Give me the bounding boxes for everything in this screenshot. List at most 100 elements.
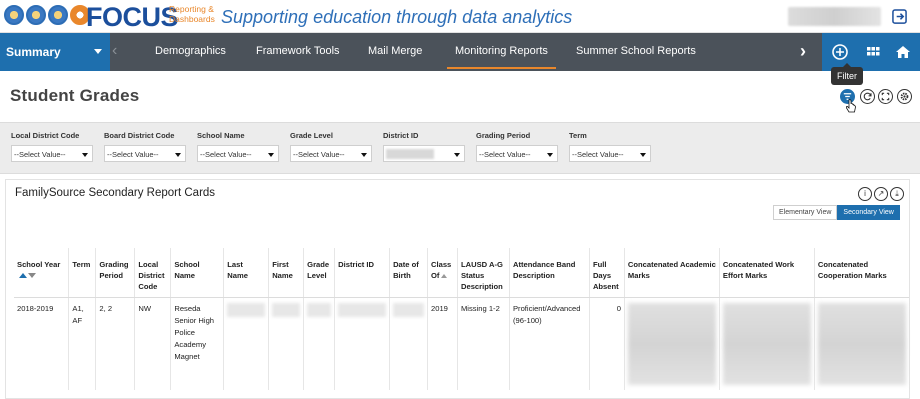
dropdown-arrow-icon	[454, 153, 460, 157]
sort-icon	[441, 274, 448, 278]
local-district-code-select[interactable]: --Select Value--	[11, 145, 93, 162]
filter-label: Grade Level	[290, 131, 333, 140]
column-header[interactable]: Grade Level	[303, 248, 336, 298]
column-header[interactable]: Local District Code	[134, 248, 172, 298]
cell-last-name	[223, 297, 270, 390]
column-header[interactable]: Term	[68, 248, 97, 298]
nav-item-mail-merge[interactable]: Mail Merge	[368, 45, 422, 57]
column-header[interactable]: School Name	[170, 248, 225, 298]
table-header-row: School Year Term Grading Period Local Di…	[14, 248, 909, 298]
page-title: Student Grades	[10, 86, 140, 105]
school-name-select[interactable]: --Select Value--	[197, 145, 279, 162]
column-header[interactable]: School Year	[14, 248, 70, 298]
dropdown-arrow-icon	[640, 153, 646, 157]
home-icon[interactable]	[894, 43, 912, 61]
cell-academic-marks	[624, 297, 720, 390]
column-header[interactable]: Attendance Band Description	[509, 248, 590, 298]
dropdown-arrow-icon	[547, 153, 553, 157]
nav-item-framework-tools[interactable]: Framework Tools	[256, 45, 340, 57]
column-header[interactable]: Full Days Absent	[589, 248, 625, 298]
board-seal-icon	[26, 5, 46, 25]
district-id-select[interactable]	[383, 145, 465, 162]
brand-subtitle: Reporting & Dashboards	[169, 4, 215, 24]
district-seal-icon	[4, 5, 24, 25]
report-title: FamilySource Secondary Report Cards	[15, 187, 216, 199]
cell-attendance-band: Proficient/Advanced (96-100)	[509, 297, 590, 390]
filter-label: District ID	[383, 131, 419, 140]
redacted-value	[307, 303, 332, 317]
nav-item-summer-school-reports[interactable]: Summer School Reports	[576, 45, 696, 57]
cell-class-of: 2019	[427, 297, 458, 390]
download-icon[interactable]: ⤓	[890, 187, 904, 201]
view-toggle: Elementary View Secondary View	[773, 205, 900, 220]
column-header[interactable]: First Name	[268, 248, 305, 298]
tagline: Supporting education through data analyt…	[221, 7, 573, 27]
settings-button[interactable]	[897, 89, 912, 104]
dropdown-arrow-icon	[268, 153, 274, 157]
refresh-icon	[863, 92, 872, 101]
info-icon[interactable]: i	[858, 187, 872, 201]
filter-label: Local District Code	[11, 131, 80, 140]
elementary-view-button[interactable]: Elementary View	[773, 205, 838, 220]
filter-board-district-code: Board District Code --Select Value--	[104, 131, 186, 162]
column-header[interactable]: Concatenated Cooperation Marks	[814, 248, 909, 298]
column-header[interactable]: Class Of	[427, 248, 458, 298]
brand-name: FOCUS	[86, 2, 179, 32]
filter-district-id: District ID	[383, 131, 465, 162]
cell-school-name: Reseda Senior High Police Academy Magnet	[170, 297, 225, 390]
settings-icon	[900, 92, 909, 101]
column-header[interactable]: LAUSD A-G Status Description	[457, 248, 510, 298]
user-name-redacted	[788, 7, 881, 26]
open-external-icon[interactable]: ↗	[874, 187, 888, 201]
filter-bar: Local District Code --Select Value-- Boa…	[0, 122, 920, 174]
nav-item-monitoring-reports[interactable]: Monitoring Reports	[447, 45, 556, 69]
hand-cursor-icon	[845, 99, 856, 113]
filter-school-name: School Name --Select Value--	[197, 131, 279, 162]
cell-local-district-code: NW	[134, 297, 172, 390]
secondary-view-button[interactable]: Secondary View	[837, 205, 900, 220]
refresh-button[interactable]	[860, 89, 875, 104]
column-header[interactable]: Concatenated Work Effort Marks	[719, 248, 815, 298]
logo-group	[4, 5, 90, 25]
column-header[interactable]: Grading Period	[95, 248, 136, 298]
filter-label: Grading Period	[476, 131, 531, 140]
cell-date-of-birth	[389, 297, 428, 390]
column-header[interactable]: Last Name	[223, 248, 270, 298]
filter-label: School Name	[197, 131, 245, 140]
main-nav: Summary ‹ Demographics Framework Tools M…	[0, 33, 920, 71]
redacted-marks	[627, 303, 716, 385]
filter-grade-level: Grade Level --Select Value--	[290, 131, 372, 162]
report-table: School Year Term Grading Period Local Di…	[14, 248, 909, 390]
grading-period-select[interactable]: --Select Value--	[476, 145, 558, 162]
cell-district-id	[334, 297, 391, 390]
term-select[interactable]: --Select Value--	[569, 145, 651, 162]
logout-icon[interactable]	[892, 9, 907, 24]
column-header[interactable]: District ID	[334, 248, 391, 298]
summary-dropdown[interactable]: Summary	[0, 33, 110, 71]
chevron-left-icon[interactable]: ‹	[112, 42, 117, 60]
board-district-code-select[interactable]: --Select Value--	[104, 145, 186, 162]
expand-button[interactable]	[878, 89, 893, 104]
column-header[interactable]: Date of Birth	[389, 248, 428, 298]
report-panel: FamilySource Secondary Report Cards i ↗ …	[5, 179, 910, 399]
column-label: School Year	[17, 260, 61, 269]
grade-level-select[interactable]: --Select Value--	[290, 145, 372, 162]
dropdown-arrow-icon	[175, 153, 181, 157]
cell-grade-level	[303, 297, 336, 390]
table-row[interactable]: 2018-2019 A1, AF 2, 2 NW Reseda Senior H…	[14, 297, 909, 390]
select-value: --Select Value--	[107, 150, 159, 159]
filter-local-district-code: Local District Code --Select Value--	[11, 131, 93, 162]
column-header[interactable]: Concatenated Academic Marks	[624, 248, 720, 298]
chevron-right-icon[interactable]: ›	[800, 41, 806, 62]
redacted-value	[393, 303, 424, 317]
select-value: --Select Value--	[200, 150, 252, 159]
nav-item-demographics[interactable]: Demographics	[155, 45, 226, 57]
filter-tooltip: Filter	[831, 63, 863, 85]
sort-ascending-icon	[19, 273, 27, 278]
add-circle-icon[interactable]	[831, 43, 849, 61]
grid-icon[interactable]	[864, 43, 882, 61]
filter-grading-period: Grading Period --Select Value--	[476, 131, 558, 162]
filter-label: Board District Code	[104, 131, 175, 140]
redacted-marks	[722, 303, 811, 385]
expand-icon	[881, 92, 890, 101]
